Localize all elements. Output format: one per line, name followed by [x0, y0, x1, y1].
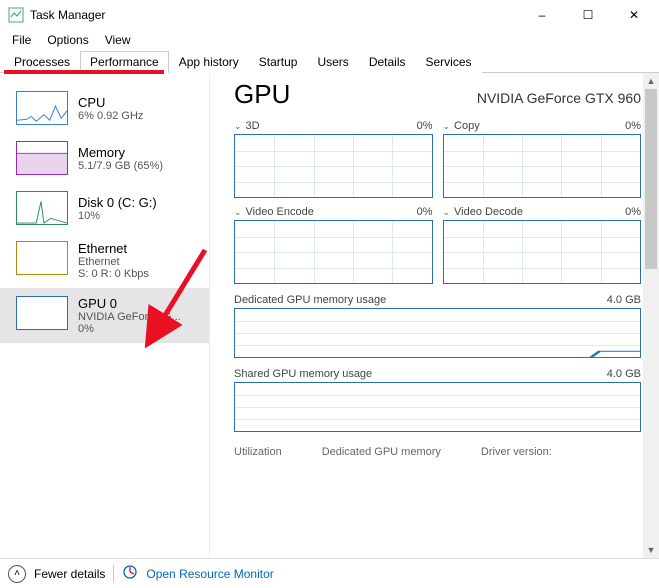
gpu-panel: GPU NVIDIA GeForce GTX 960 ⌄ 3D 0% ⌄Copy …: [210, 73, 659, 558]
sidebar-item-cpu[interactable]: CPU 6% 0.92 GHz: [0, 83, 209, 133]
stat-driver: Driver version:: [481, 446, 552, 458]
dedicated-memory-chart: Dedicated GPU memory usage 4.0 GB: [234, 294, 641, 358]
menu-options[interactable]: Options: [39, 31, 96, 49]
performance-sidebar[interactable]: CPU 6% 0.92 GHz Memory 5.1/7.9 GB (65%) …: [0, 73, 210, 558]
stat-dedicated-mem: Dedicated GPU memory: [322, 446, 441, 458]
tab-startup[interactable]: Startup: [249, 51, 308, 73]
annotation-underline: [4, 70, 164, 74]
sidebar-item-gpu0[interactable]: GPU 0 NVIDIA GeForce G... 0%: [0, 288, 209, 343]
chevron-down-icon[interactable]: ⌄: [443, 121, 451, 132]
scroll-down-icon[interactable]: ▼: [643, 542, 659, 558]
chart-area: [443, 134, 642, 198]
gpu-stats-row: Utilization Dedicated GPU memory Driver …: [234, 446, 641, 458]
maximize-button[interactable]: ☐: [565, 0, 611, 30]
task-manager-icon: [8, 7, 24, 23]
gpu-thumb-icon: [16, 296, 68, 330]
separator: [113, 565, 114, 583]
tab-users[interactable]: Users: [307, 51, 358, 73]
sidebar-item-label: Ethernet: [78, 241, 149, 256]
sidebar-item-sub: 6% 0.92 GHz: [78, 110, 143, 122]
sidebar-item-sub: Ethernet: [78, 256, 149, 268]
chart-area: [234, 308, 641, 358]
chart-video-decode: ⌄Video Decode 0%: [443, 206, 642, 284]
chart-3d: ⌄ 3D 0%: [234, 120, 433, 198]
sidebar-item-sub2: S: 0 R: 0 Kbps: [78, 268, 149, 280]
menu-file[interactable]: File: [4, 31, 39, 49]
shared-memory-chart: Shared GPU memory usage 4.0 GB: [234, 368, 641, 432]
tab-bar: Processes Performance App history Startu…: [0, 50, 659, 73]
memory-thumb-icon: [16, 141, 68, 175]
scroll-up-icon[interactable]: ▲: [643, 73, 659, 89]
sidebar-item-ethernet[interactable]: Ethernet Ethernet S: 0 R: 0 Kbps: [0, 233, 209, 288]
close-button[interactable]: ✕: [611, 0, 657, 30]
chart-copy: ⌄Copy 0%: [443, 120, 642, 198]
cpu-thumb-icon: [16, 91, 68, 125]
menu-view[interactable]: View: [97, 31, 139, 49]
sidebar-item-label: CPU: [78, 95, 143, 110]
sidebar-item-label: Memory: [78, 145, 163, 160]
sidebar-item-sub: 10%: [78, 210, 157, 222]
panel-title: GPU: [234, 79, 290, 110]
sidebar-item-sub: 5.1/7.9 GB (65%): [78, 160, 163, 172]
chart-label[interactable]: Video Decode: [454, 206, 523, 218]
main-area: CPU 6% 0.92 GHz Memory 5.1/7.9 GB (65%) …: [0, 73, 659, 558]
chart-label: Dedicated GPU memory usage: [234, 294, 386, 306]
chart-value: 0%: [625, 120, 641, 132]
menubar: File Options View: [0, 30, 659, 50]
disk-thumb-icon: [16, 191, 68, 225]
chart-value: 0%: [625, 206, 641, 218]
sidebar-item-label: Disk 0 (C: G:): [78, 195, 157, 210]
sidebar-item-label: GPU 0: [78, 296, 181, 311]
chart-label[interactable]: Copy: [454, 120, 480, 132]
chart-label[interactable]: Video Encode: [246, 206, 314, 218]
sidebar-item-memory[interactable]: Memory 5.1/7.9 GB (65%): [0, 133, 209, 183]
tab-details[interactable]: Details: [359, 51, 416, 73]
footer-bar: ˄ Fewer details Open Resource Monitor: [0, 558, 659, 588]
chart-area: [234, 134, 433, 198]
chart-value: 0%: [417, 206, 433, 218]
tab-services[interactable]: Services: [416, 51, 482, 73]
resource-monitor-icon: [122, 564, 138, 583]
chevron-down-icon[interactable]: ⌄: [234, 121, 242, 132]
chart-value: 0%: [417, 120, 433, 132]
chart-label: Shared GPU memory usage: [234, 368, 372, 380]
chart-video-encode: ⌄ Video Encode 0%: [234, 206, 433, 284]
stat-utilization: Utilization: [234, 446, 282, 458]
chart-max: 4.0 GB: [607, 294, 641, 306]
open-resource-monitor-link[interactable]: Open Resource Monitor: [146, 567, 273, 581]
minimize-button[interactable]: –: [519, 0, 565, 30]
sidebar-item-sub: NVIDIA GeForce G...: [78, 311, 181, 323]
chart-area: [234, 382, 641, 432]
fewer-details-button[interactable]: Fewer details: [34, 567, 105, 581]
scroll-thumb[interactable]: [645, 89, 657, 269]
titlebar[interactable]: Task Manager – ☐ ✕: [0, 0, 659, 30]
vertical-scrollbar[interactable]: ▲ ▼: [643, 73, 659, 558]
chart-area: [234, 220, 433, 284]
chevron-down-icon[interactable]: ⌄: [443, 207, 451, 218]
ethernet-thumb-icon: [16, 241, 68, 275]
chart-area: [443, 220, 642, 284]
panel-subtitle: NVIDIA GeForce GTX 960: [477, 90, 641, 106]
chevron-down-icon[interactable]: ⌄: [234, 207, 242, 218]
chart-max: 4.0 GB: [607, 368, 641, 380]
tab-app-history[interactable]: App history: [169, 51, 249, 73]
chevron-up-circle-icon[interactable]: ˄: [8, 565, 26, 583]
sidebar-item-sub2: 0%: [78, 323, 181, 335]
chart-label[interactable]: 3D: [246, 120, 260, 132]
window-title: Task Manager: [30, 8, 519, 22]
sidebar-item-disk0[interactable]: Disk 0 (C: G:) 10%: [0, 183, 209, 233]
